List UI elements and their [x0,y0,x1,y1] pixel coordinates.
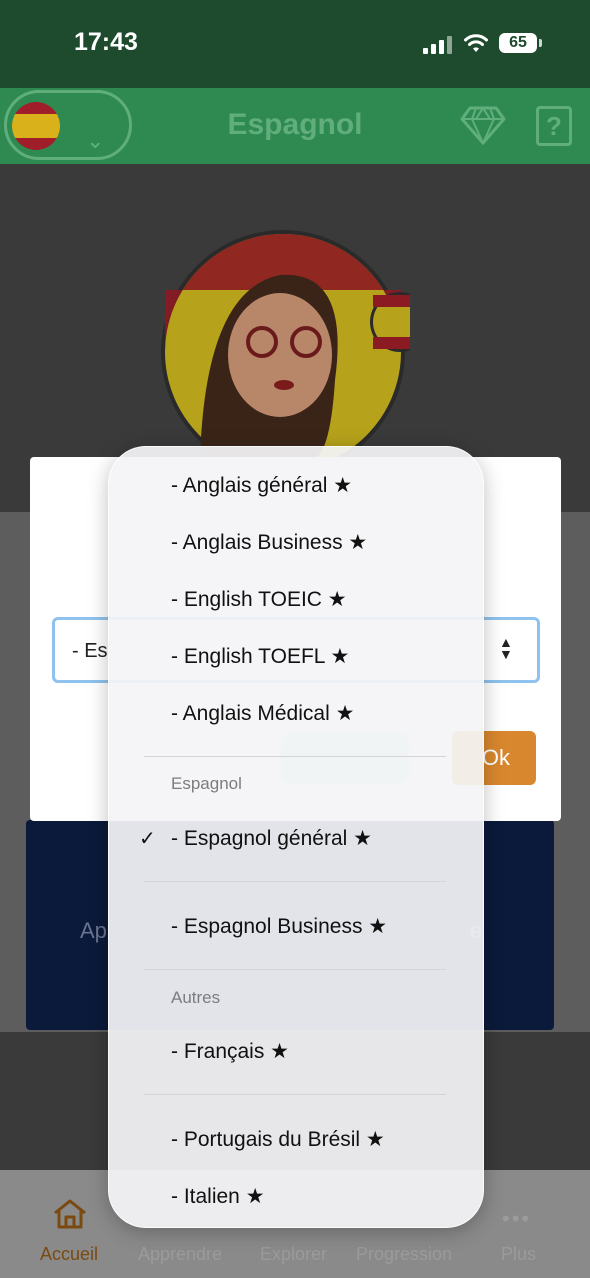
option-anglais-general[interactable]: - Anglais général ★ [171,473,352,498]
menu-divider [144,756,446,757]
option-italien[interactable]: - Italien ★ [171,1184,265,1209]
option-espagnol-business[interactable]: - Espagnol Business ★ [171,914,387,939]
option-portugais-bresil[interactable]: - Portugais du Brésil ★ [171,1127,385,1152]
checkmark-icon: ✓ [139,828,156,850]
tab-progression[interactable]: Progression [356,1244,452,1265]
more-icon: ••• [502,1206,532,1231]
option-anglais-business[interactable]: - Anglais Business ★ [171,530,367,555]
teacher-avatar [161,230,410,460]
wifi-icon [464,34,488,52]
promo-card-text-left: Ap [80,918,107,943]
section-header-espagnol: Espagnol [171,774,242,793]
battery-indicator: 65 [499,33,542,53]
option-anglais-medical[interactable]: - Anglais Médical ★ [171,701,354,726]
menu-divider [144,881,446,882]
option-english-toefl[interactable]: - English TOEFL ★ [171,644,349,669]
menu-divider [144,1094,446,1095]
option-english-toeic[interactable]: - English TOEIC ★ [171,587,347,612]
select-arrows-icon: ▲ ▼ [499,634,513,662]
menu-divider [144,969,446,970]
tab-explorer[interactable]: Explorer [260,1244,327,1265]
diamond-icon[interactable] [460,104,506,146]
help-icon[interactable]: ? [536,106,572,146]
course-select-value: - Es [72,640,108,662]
tab-plus[interactable]: Plus [501,1244,536,1265]
tab-accueil[interactable]: Accueil [40,1244,98,1265]
option-espagnol-general[interactable]: - Espagnol général ★ [171,826,372,851]
option-francais[interactable]: - Français ★ [171,1039,289,1064]
status-time: 17:43 [74,28,138,56]
section-header-autres: Autres [171,988,221,1007]
cellular-signal-icon [423,36,453,54]
home-icon[interactable] [52,1198,88,1230]
tab-apprendre[interactable]: Apprendre [138,1244,222,1265]
